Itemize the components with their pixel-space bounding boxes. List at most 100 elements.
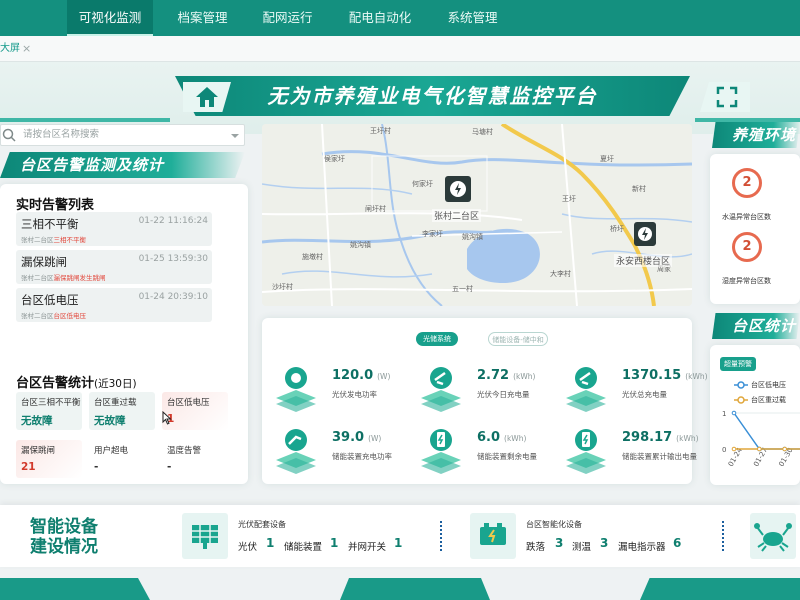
alarm-list-item[interactable]: 三相不平衡 01-22 11:16:24 张村二台区三相不平衡 xyxy=(16,212,212,246)
area-stats-card: 超量预警 0101-2401-2701-3002-02 台区低电压 台区重过载 xyxy=(710,345,800,485)
device-name: 并网开关 xyxy=(348,542,387,553)
stat-value: 无故障 xyxy=(21,415,53,427)
env-card: 2 水温异常台区数 2 湿度异常台区数 xyxy=(710,154,800,304)
footer-tab[interactable] xyxy=(640,578,800,600)
stat-user-overuse[interactable]: 用户超电 - xyxy=(89,440,155,478)
alarm-stats-title: 台区告警统计(近30日) xyxy=(16,372,137,391)
nav-item-automation[interactable]: 配电自动化 xyxy=(335,0,425,36)
device-count: 1 xyxy=(266,536,275,550)
search-input[interactable]: 请按台区名称搜索 xyxy=(23,125,99,145)
crab-icon-box xyxy=(750,513,796,559)
metric-pv-total-charge: 1370.15 (kWh) 光伏总充电量 xyxy=(552,360,708,420)
tab-pv-system[interactable]: 光储系统 xyxy=(416,332,458,346)
nav-item-visual-monitoring[interactable]: 可视化监测 xyxy=(67,0,153,36)
divider xyxy=(440,521,442,551)
substation-marker-icon[interactable] xyxy=(634,222,656,246)
data-point xyxy=(757,446,762,452)
substation-marker-icon[interactable] xyxy=(445,176,471,202)
device-count: 3 xyxy=(555,536,564,550)
map-place-label: 施墩村 xyxy=(302,253,323,261)
area-stats-chart: 0101-2401-2701-3002-02 xyxy=(722,410,800,468)
metric-label: 储能装置累计输出电量 xyxy=(622,452,697,461)
search-icon[interactable] xyxy=(2,128,16,142)
map-place-label: 五一村 xyxy=(452,285,473,293)
metric-unit: (W) xyxy=(368,434,382,443)
device-title-line2: 建设情况 xyxy=(30,537,98,557)
metric-pv-power: 120.0 (W) 光伏发电功率 xyxy=(262,360,402,420)
metric-number: 298.17 xyxy=(622,430,673,445)
alarm-description: 张村二台区三相不平衡 xyxy=(21,234,86,244)
stat-label: 台区三相不平衡 xyxy=(21,398,81,408)
alarm-area: 张村二台区 xyxy=(21,236,54,244)
marker-label: 张村二台区 xyxy=(432,209,482,222)
stat-value: - xyxy=(167,461,172,473)
power-icon xyxy=(638,227,652,241)
tab-close-icon[interactable]: × xyxy=(22,36,31,62)
stat-overload[interactable]: 台区重过载 无故障 xyxy=(89,392,155,430)
device-count: 6 xyxy=(673,536,682,550)
map-place-label: 沙圩村 xyxy=(272,283,293,291)
nav-item-system-management[interactable]: 系统管理 xyxy=(435,0,510,36)
alarm-type: 漏保跳闸发生跳闸 xyxy=(53,274,106,282)
y-tick-label: 1 xyxy=(722,410,726,418)
env-value-circle: 2 xyxy=(732,168,762,198)
metric-unit: (kWh) xyxy=(685,372,708,381)
stat-label: 温度告警 xyxy=(167,446,202,456)
tab-dashboard[interactable]: 大屏 xyxy=(0,36,20,62)
metric-number: 39.0 xyxy=(332,430,365,445)
map-place-label: 姚沟镇 xyxy=(350,241,371,249)
device-name: 跌落 xyxy=(526,542,546,553)
metric-number: 120.0 xyxy=(332,368,374,383)
alarm-type: 三相不平衡 xyxy=(53,236,87,244)
alarm-description: 张村二台区漏保跳闸发生跳闸 xyxy=(21,272,106,282)
battery-icon xyxy=(566,429,606,474)
legend-label: 台区低电压 xyxy=(751,381,786,389)
battery-icon xyxy=(421,429,461,474)
alarm-type: 台区低电压 xyxy=(53,312,87,320)
nav-item-distribution-operation[interactable]: 配网运行 xyxy=(250,0,325,36)
metric-storage-remaining: 6.0 (kWh) 储能装置剩余电量 xyxy=(407,422,547,482)
alarm-list-item[interactable]: 台区低电压 01-24 20:39:10 张村二台区台区低电压 xyxy=(16,288,212,322)
mouse-cursor-icon xyxy=(162,411,172,425)
area-stats-title: 台区统计 xyxy=(732,317,797,335)
metric-number: 1370.15 xyxy=(622,368,682,383)
stat-label: 台区低电压 xyxy=(167,398,210,408)
divider xyxy=(722,521,724,551)
stat-leakage-trip[interactable]: 漏保跳闸 21 xyxy=(16,440,82,478)
nav-item-archives[interactable]: 档案管理 xyxy=(165,0,240,36)
stat-label: 台区重过载 xyxy=(94,398,137,408)
realtime-alarm-title: 实时告警列表 xyxy=(16,198,95,213)
device-name: 储能装置 xyxy=(284,542,323,553)
chevron-down-icon[interactable] xyxy=(230,132,240,140)
map-view[interactable]: 马塘村 王圩村 侯家圩 夏圩 闸圩村 姚沟镇 李家圩 姚沟镇 施墩村 五一村 大… xyxy=(262,124,692,306)
alarm-card: 实时告警列表 三相不平衡 01-22 11:16:24 张村二台区三相不平衡 漏… xyxy=(0,184,248,484)
metric-label: 储能装置剩余电量 xyxy=(477,452,537,461)
alarm-section-title: 台区告警监测及统计 xyxy=(20,156,165,174)
stat-value: 21 xyxy=(21,461,36,473)
footer-tab[interactable] xyxy=(0,578,150,600)
alarm-area: 张村二台区 xyxy=(21,274,54,282)
fullscreen-icon xyxy=(716,86,738,108)
map-place-label: 桥圩 xyxy=(610,225,624,233)
title-stripe-left xyxy=(0,118,170,122)
metric-unit: (kWh) xyxy=(513,372,536,381)
map-place-label: 大李村 xyxy=(550,270,571,278)
metric-value: 2.72 (kWh) xyxy=(477,368,535,383)
stat-three-phase-imbalance[interactable]: 台区三相不平衡 无故障 xyxy=(16,392,82,430)
metric-value: 298.17 (kWh) xyxy=(622,430,699,445)
power-icon xyxy=(450,181,466,197)
search-box[interactable]: 请按台区名称搜索 xyxy=(0,124,245,146)
alarm-list-item[interactable]: 漏保跳闸 01-25 13:59:30 张村二台区漏保跳闸发生跳闸 xyxy=(16,250,212,284)
alarm-title: 台区低电压 xyxy=(21,293,79,307)
stat-temperature-alarm[interactable]: 温度告警 - xyxy=(162,440,228,478)
tab-storage-device[interactable]: 储能设备-储中和 xyxy=(488,332,548,346)
alarm-stats-title-text: 台区告警统计 xyxy=(16,376,95,391)
map-place-label: 王圩村 xyxy=(370,127,391,135)
env-label: 湿度异常台区数 xyxy=(722,277,771,285)
line-chart-plot: 0101-2401-2701-3002-02 xyxy=(722,410,800,468)
alarm-title: 三相不平衡 xyxy=(21,217,79,231)
device-count: 1 xyxy=(394,536,403,550)
footer-tab[interactable] xyxy=(340,578,490,600)
tab-bar: 大屏 × xyxy=(0,36,800,62)
plug-icon xyxy=(566,367,606,412)
